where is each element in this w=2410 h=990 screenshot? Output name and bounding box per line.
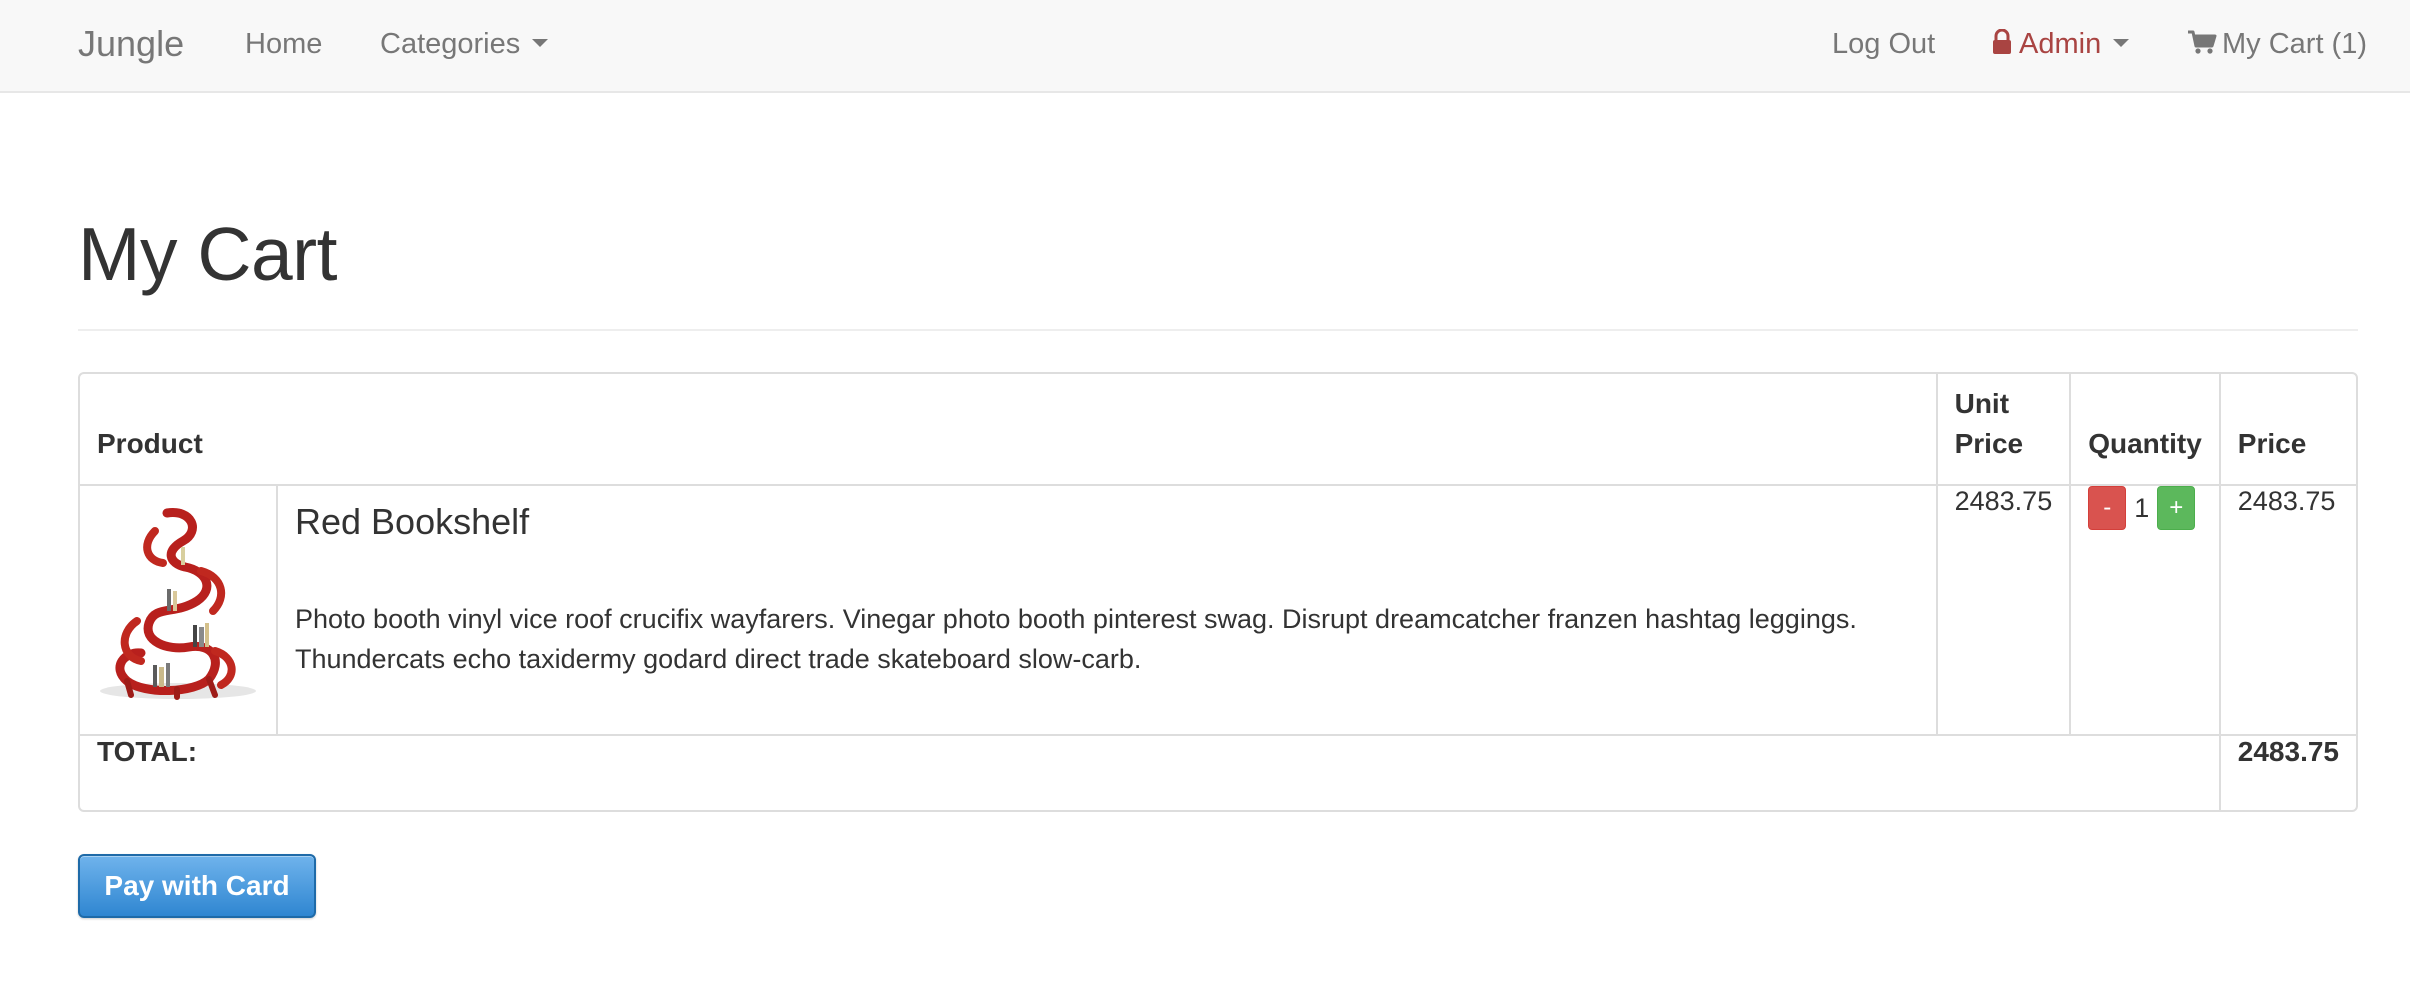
brand-link[interactable]: Jungle <box>78 0 184 88</box>
top-navbar: Jungle Home Categories Log Out Admin My … <box>0 0 2410 93</box>
chevron-down-icon <box>532 39 549 48</box>
nav-home-link[interactable]: Home <box>245 0 322 88</box>
unit-price-cell: 2483.75 <box>1935 484 2070 734</box>
product-description: Photo booth vinyl vice roof crucifix way… <box>295 604 1857 674</box>
cart-table: Product Unit Price Quantity Price Red Bo… <box>78 372 2358 812</box>
quantity-value: 1 <box>2134 492 2150 523</box>
product-name[interactable]: Red Bookshelf <box>295 501 1919 543</box>
lock-icon <box>1993 29 2011 55</box>
product-image-cell <box>80 484 276 734</box>
nav-cart-label: My Cart (1) <box>2222 28 2367 60</box>
header-price: Price <box>2218 374 2356 484</box>
table-row: Red Bookshelf Photo booth vinyl vice roo… <box>80 484 2356 734</box>
decrease-quantity-button[interactable]: - <box>2088 486 2127 530</box>
red-bookshelf-image <box>97 501 259 701</box>
product-info-cell: Red Bookshelf Photo booth vinyl vice roo… <box>276 484 1936 734</box>
nav-logout-link[interactable]: Log Out <box>1832 0 1935 88</box>
header-unit-price-line1: Unit <box>1954 388 2010 419</box>
chevron-down-icon <box>2113 39 2130 48</box>
quantity-cell: -1 + <box>2069 484 2219 734</box>
quantity-stepper: -1 + <box>2088 486 2196 530</box>
nav-categories-dropdown[interactable]: Categories <box>380 0 549 88</box>
total-value: 2483.75 <box>2218 734 2356 810</box>
pay-with-card-button[interactable]: Pay with Card <box>78 854 316 918</box>
nav-cart-link[interactable]: My Cart (1) <box>2187 0 2367 88</box>
page-header: My Cart <box>78 203 2358 331</box>
total-row: TOTAL: 2483.75 <box>80 734 2356 810</box>
nav-categories-label: Categories <box>380 28 521 60</box>
nav-admin-label: Admin <box>2019 28 2102 60</box>
price-cell: 2483.75 <box>2218 484 2356 734</box>
header-product: Product <box>97 428 203 459</box>
header-unit-price: Unit Price <box>1935 374 2070 484</box>
page-title: My Cart <box>78 212 338 296</box>
increase-quantity-button[interactable]: + <box>2157 486 2196 530</box>
header-unit-price-line2: Price <box>1954 428 2024 459</box>
nav-admin-dropdown[interactable]: Admin <box>1992 0 2130 88</box>
header-quantity: Quantity <box>2069 374 2219 484</box>
shopping-cart-icon <box>2188 30 2217 54</box>
total-label: TOTAL: <box>80 734 2219 810</box>
